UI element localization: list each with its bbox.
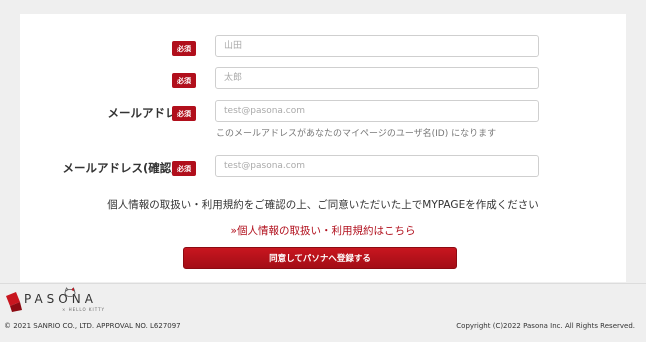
privacy-policy-link[interactable]: »個人情報の取扱い・利用規約はこちら bbox=[20, 223, 626, 238]
email-confirm-row: メールアドレス(確認用) 必須 bbox=[20, 155, 626, 181]
pasona-copyright: Copyright (C)2022 Pasona Inc. All Rights… bbox=[456, 322, 635, 330]
first-name-input[interactable] bbox=[215, 67, 539, 89]
pasona-logo-icon bbox=[6, 292, 22, 312]
first-name-row: 名 必須 bbox=[20, 67, 626, 93]
required-badge: 必須 bbox=[172, 106, 196, 121]
consent-text: 個人情報の取扱い・利用規約をご確認の上、ご同意いただいた上でMYPAGEを作成く… bbox=[107, 199, 539, 211]
hello-kitty-label: × HELLO KITTY bbox=[62, 307, 105, 312]
required-badge: 必須 bbox=[172, 41, 196, 56]
email-input[interactable] bbox=[215, 100, 539, 122]
email-helper-text: このメールアドレスがあなたのマイページのユーザ名(ID) になります bbox=[216, 129, 497, 139]
required-badge: 必須 bbox=[172, 73, 196, 88]
last-name-input[interactable] bbox=[215, 35, 539, 57]
email-row: メールアドレス 必須 このメールアドレスがあなたのマイページのユーザ名(ID) … bbox=[20, 100, 626, 139]
footer-divider bbox=[0, 283, 646, 284]
pasona-logo-text: PASONA bbox=[24, 292, 97, 306]
sanrio-copyright: © 2021 SANRIO CO., LTD. APPROVAL NO. L62… bbox=[4, 322, 181, 330]
last-name-row: 姓 必須 bbox=[20, 35, 626, 61]
hello-kitty-icon bbox=[64, 287, 76, 297]
registration-form-card: 姓 必須 名 必須 メールアドレス 必須 このメールアドレスがあなたのマイページ… bbox=[20, 14, 626, 282]
email-confirm-label: メールアドレス(確認用) bbox=[62, 161, 188, 175]
email-confirm-input[interactable] bbox=[215, 155, 539, 177]
required-badge: 必須 bbox=[172, 161, 196, 176]
agree-register-button[interactable]: 同意してパソナへ登録する bbox=[183, 247, 457, 269]
